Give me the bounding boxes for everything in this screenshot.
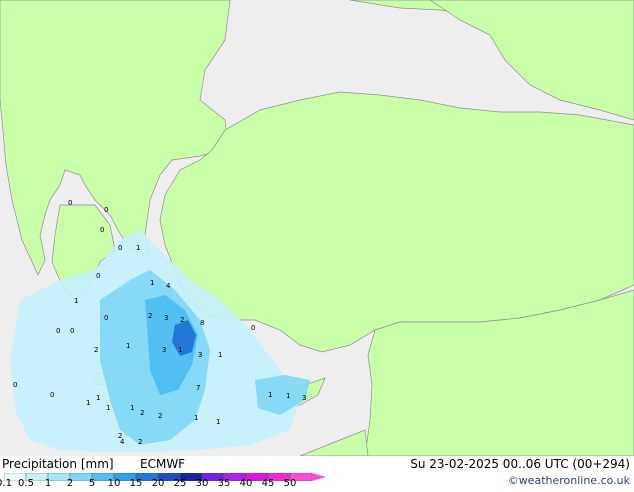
credit-link[interactable]: ©weatheronline.co.uk (508, 474, 630, 487)
station-value: 0 (96, 272, 100, 280)
precipitation-map: 0000010 1412 3 2 813 1001 312 2000 1124 21 1 32171 1 (0, 0, 634, 456)
station-value: 1 (216, 418, 220, 426)
scale-tick-label: 0.5 (18, 478, 34, 489)
scale-tick-label: 40 (239, 478, 253, 489)
station-value: 0 (13, 381, 17, 389)
station-value: 1 (96, 394, 100, 402)
station-value: 1 (106, 404, 110, 412)
station-value: 1 (218, 351, 222, 359)
scale-tick-label: 1 (44, 478, 52, 489)
station-value: 0 (104, 314, 108, 322)
scale-tick-label: 25 (173, 478, 187, 489)
legend-title: Precipitation [mm] (2, 457, 114, 471)
station-value: 7 (196, 384, 200, 392)
station-value: 2 (94, 346, 98, 354)
station-value: 0 (251, 324, 255, 332)
scale-tick-label: 15 (129, 478, 143, 489)
station-value: 3 (162, 346, 166, 354)
station-value: 2 (180, 316, 184, 324)
scale-tick-label: 2 (66, 478, 74, 489)
station-value: 0 (100, 226, 104, 234)
station-value: 4 (120, 438, 125, 446)
station-value: 3 (164, 314, 168, 322)
station-value: 3 (198, 351, 202, 359)
valid-time: Su 23-02-2025 00..06 UTC (00+294) (410, 457, 630, 471)
station-value: 1 (194, 414, 198, 422)
station-value: 1 (150, 279, 154, 287)
station-value: 2 (148, 312, 152, 320)
scale-tick-label: 20 (151, 478, 165, 489)
model-name: ECMWF (140, 457, 186, 471)
station-value: 4 (166, 282, 171, 290)
station-value: 0 (70, 327, 74, 335)
station-value: 1 (178, 346, 182, 354)
station-value: 2 (138, 438, 142, 446)
station-value: 0 (104, 206, 108, 214)
station-value: 0 (56, 327, 60, 335)
station-value: 1 (126, 342, 130, 350)
station-value: 1 (130, 404, 134, 412)
scale-tick-label: 50 (283, 478, 297, 489)
station-value: 0 (118, 244, 122, 252)
scale-tick-label: 35 (217, 478, 231, 489)
scale-tick-label: 10 (107, 478, 121, 489)
legend-panel: Precipitation [mm] ECMWF Su 23-02-2025 0… (0, 456, 634, 490)
station-value: 1 (136, 244, 140, 252)
station-value: 2 (158, 412, 162, 420)
station-value: 1 (268, 391, 272, 399)
station-value: 0 (68, 199, 72, 207)
scale-tick-label: 30 (195, 478, 209, 489)
station-value: 2 (140, 409, 144, 417)
station-value: 1 (86, 399, 90, 407)
station-value: 1 (74, 297, 78, 305)
station-value: 1 (286, 392, 290, 400)
scale-tick-label: 45 (261, 478, 275, 489)
scale-tick-label: 5 (88, 478, 96, 489)
scale-tick-label: 0.1 (0, 478, 12, 489)
station-value: 0 (50, 391, 54, 399)
station-value: 8 (200, 319, 204, 327)
station-value: 3 (302, 394, 306, 402)
